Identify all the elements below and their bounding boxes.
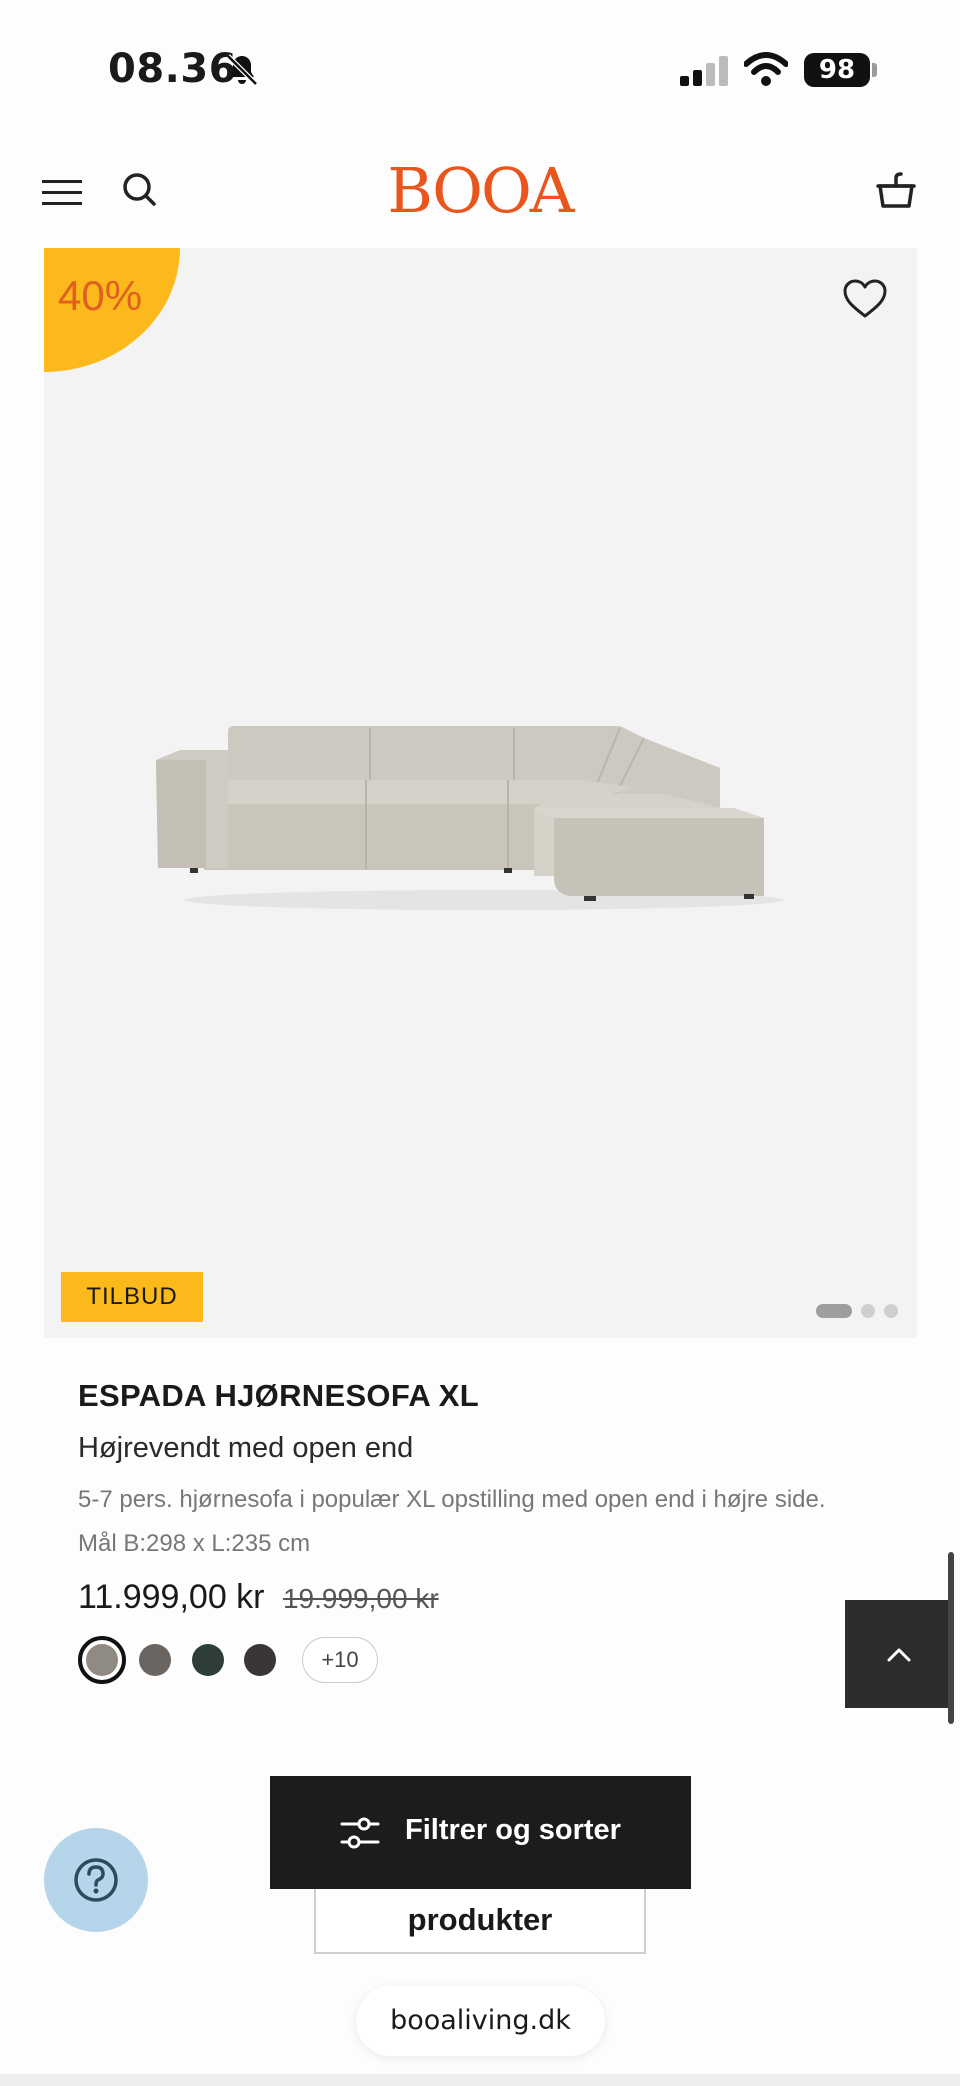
product-image-carousel[interactable]: 40% TILBUD [44, 248, 917, 1338]
signal-icon [680, 56, 728, 86]
scroll-to-top-button[interactable] [845, 1600, 953, 1708]
color-swatch-2[interactable] [139, 1644, 171, 1676]
discount-text: 40% [58, 272, 143, 319]
carousel-dot-1[interactable] [816, 1304, 852, 1318]
product-title[interactable]: ESPADA HJØRNESOFA XL [78, 1378, 479, 1414]
question-icon [74, 1858, 118, 1902]
chevron-up-icon [887, 1648, 911, 1662]
carousel-pagination [816, 1304, 916, 1318]
bell-muted-icon [226, 54, 258, 86]
product-subtitle: Højrevendt med open end [78, 1432, 414, 1464]
current-price: 11.999,00 kr [78, 1578, 265, 1616]
more-colors-button[interactable]: +10 [302, 1637, 378, 1683]
carousel-dot-3[interactable] [884, 1304, 898, 1318]
help-button[interactable] [44, 1828, 148, 1932]
product-description: 5-7 pers. hjørnesofa i populær XL opstil… [78, 1486, 826, 1557]
basket-icon[interactable] [874, 168, 918, 212]
wifi-icon [744, 52, 788, 86]
url-bar[interactable]: booaliving.dk [356, 1986, 605, 2056]
discount-badge: 40% [44, 248, 180, 372]
filter-sort-label: Filtrer og sorter [405, 1814, 621, 1846]
sofa-image [156, 726, 784, 910]
site-header: BOOA [0, 140, 960, 248]
color-swatch-4[interactable] [244, 1644, 276, 1676]
bottom-strip [0, 2074, 960, 2086]
menu-icon[interactable] [42, 178, 82, 208]
color-swatches: +10 [78, 1636, 478, 1684]
battery-indicator: 98 [804, 53, 870, 87]
status-bar: 08.36 98 [0, 0, 960, 140]
brand-logo[interactable]: BOOA [380, 154, 580, 227]
filter-sort-button[interactable]: Filtrer og sorter [270, 1776, 691, 1889]
battery-tip [872, 63, 877, 77]
color-swatch-1[interactable] [78, 1636, 126, 1684]
wishlist-heart-icon[interactable] [842, 278, 888, 320]
sliders-icon [340, 1817, 380, 1849]
price-row: 11.999,00 kr 19.999,00 kr [78, 1578, 439, 1622]
sale-tag: TILBUD [61, 1272, 203, 1322]
scrollbar[interactable] [948, 1552, 954, 1724]
search-icon[interactable] [120, 170, 160, 210]
color-swatch-3[interactable] [192, 1644, 224, 1676]
carousel-dot-2[interactable] [861, 1304, 875, 1318]
old-price: 19.999,00 kr [282, 1583, 439, 1614]
status-time: 08.36 [108, 46, 238, 92]
